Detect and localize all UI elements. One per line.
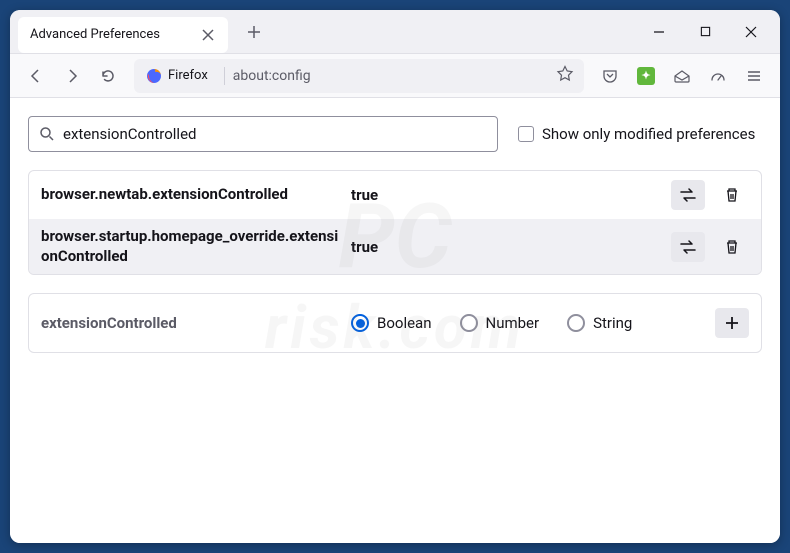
menu-button[interactable] — [738, 60, 770, 92]
search-icon — [39, 126, 55, 142]
bookmark-star-icon[interactable] — [556, 65, 574, 87]
browser-tab[interactable]: Advanced Preferences — [18, 17, 228, 53]
pref-name: browser.startup.homepage_override.extens… — [41, 227, 341, 266]
radio-string[interactable]: String — [567, 314, 632, 332]
inbox-icon[interactable] — [666, 60, 698, 92]
reload-button[interactable] — [92, 60, 124, 92]
close-tab-icon[interactable] — [200, 27, 216, 43]
addressbar[interactable]: Firefox about:config — [134, 59, 584, 93]
close-window-button[interactable] — [728, 14, 774, 50]
extension-icon[interactable]: ✦ — [630, 60, 662, 92]
checkbox-label: Show only modified preferences — [542, 125, 755, 143]
checkbox-icon — [518, 126, 534, 142]
radio-icon — [567, 314, 585, 332]
delete-button[interactable] — [715, 180, 749, 210]
dashboard-icon[interactable] — [702, 60, 734, 92]
search-box[interactable] — [28, 116, 498, 152]
pocket-icon[interactable] — [594, 60, 626, 92]
titlebar: Advanced Preferences — [10, 10, 780, 54]
toolbar: Firefox about:config ✦ — [10, 54, 780, 98]
pref-value: true — [351, 238, 661, 256]
content-area: Show only modified preferences browser.n… — [10, 98, 780, 543]
site-identity-label: Firefox — [168, 68, 208, 83]
preferences-table: browser.newtab.extensionControlled true … — [28, 170, 762, 275]
pref-name: browser.newtab.extensionControlled — [41, 185, 341, 205]
new-tab-button[interactable] — [238, 16, 270, 48]
search-input[interactable] — [63, 125, 487, 143]
maximize-button[interactable] — [682, 14, 728, 50]
delete-button[interactable] — [715, 232, 749, 262]
back-button[interactable] — [20, 60, 52, 92]
tab-title: Advanced Preferences — [30, 27, 160, 42]
pref-row: browser.newtab.extensionControlled true — [29, 171, 761, 219]
pref-row: browser.startup.homepage_override.extens… — [29, 219, 761, 274]
radio-icon — [351, 314, 369, 332]
pref-value: true — [351, 186, 661, 204]
radio-number[interactable]: Number — [460, 314, 540, 332]
url-text: about:config — [233, 68, 548, 84]
add-button[interactable] — [715, 308, 749, 338]
show-modified-checkbox[interactable]: Show only modified preferences — [518, 125, 755, 143]
toggle-button[interactable] — [671, 232, 705, 262]
firefox-icon — [146, 68, 162, 84]
create-pref-row: extensionControlled Boolean Number Strin… — [28, 293, 762, 353]
radio-boolean[interactable]: Boolean — [351, 314, 432, 332]
site-identity[interactable]: Firefox — [144, 66, 216, 86]
type-radio-group: Boolean Number String — [351, 314, 705, 332]
minimize-button[interactable] — [636, 14, 682, 50]
create-pref-name: extensionControlled — [41, 314, 341, 332]
radio-icon — [460, 314, 478, 332]
forward-button[interactable] — [56, 60, 88, 92]
toggle-button[interactable] — [671, 180, 705, 210]
